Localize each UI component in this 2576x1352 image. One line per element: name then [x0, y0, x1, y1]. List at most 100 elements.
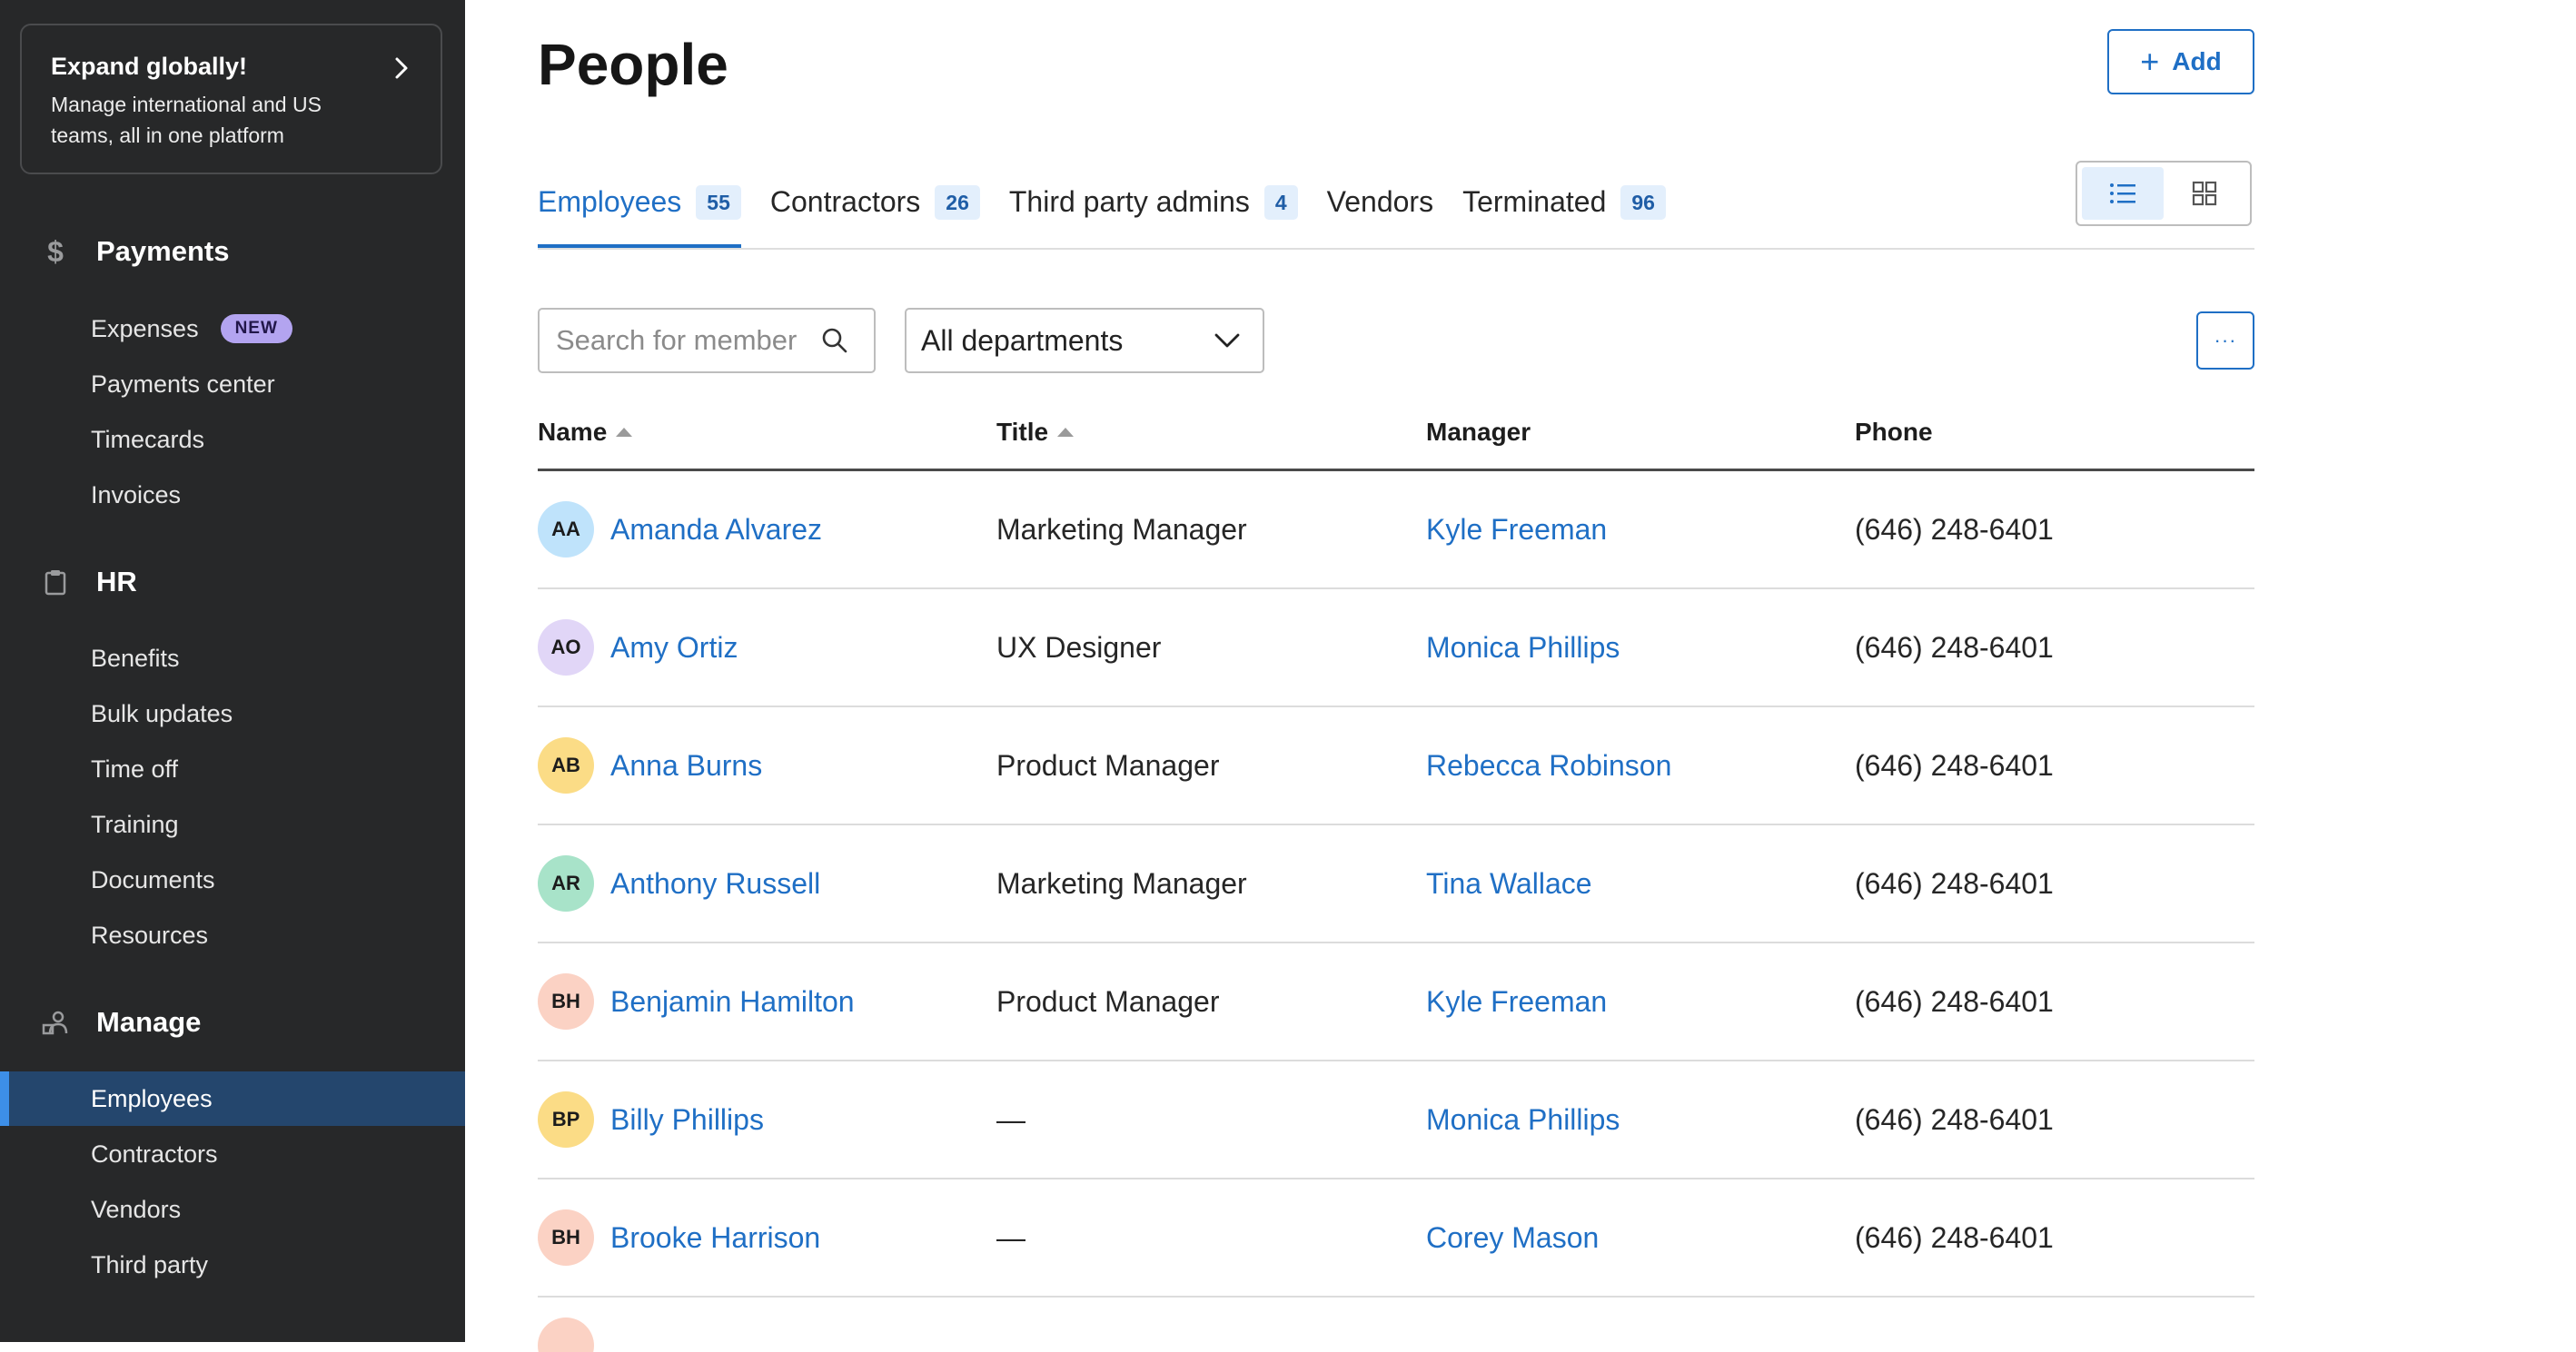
sidebar-item-label: Resources [91, 921, 209, 949]
sidebar-item-expenses[interactable]: Expenses NEW [0, 301, 465, 356]
column-header-manager[interactable]: Manager [1426, 418, 1531, 447]
sidebar-item-documents[interactable]: Documents [0, 853, 465, 907]
avatar: BP [538, 1091, 594, 1148]
sidebar-item-timecards[interactable]: Timecards [0, 412, 465, 467]
column-header-phone[interactable]: Phone [1855, 418, 1933, 447]
sidebar-item-label: Expenses [91, 314, 199, 342]
title-cell: — [996, 1102, 1025, 1136]
employee-name-link[interactable]: Amanda Alvarez [610, 513, 822, 547]
sidebar-item-label: Bulk updates [91, 699, 233, 727]
sidebar-item-training[interactable]: Training [0, 797, 465, 852]
sidebar-section-hr[interactable]: HR [42, 559, 137, 605]
column-header-name[interactable]: Name [538, 418, 633, 447]
table-row[interactable]: AO Amy Ortiz UX Designer Monica Phillips… [538, 589, 2254, 707]
manager-cell: Monica Phillips [1426, 1061, 1620, 1178]
title-cell: Marketing Manager [996, 866, 1247, 900]
tab-vendors[interactable]: Vendors [1327, 178, 1433, 249]
table-row[interactable]: BP Billy Phillips — Monica Phillips (646… [538, 1061, 2254, 1179]
employee-name-link[interactable]: Benjamin Hamilton [610, 985, 855, 1019]
tab-third-party-admins[interactable]: Third party admins 4 [1009, 178, 1298, 249]
manager-link[interactable]: Corey Mason [1426, 1221, 1599, 1255]
tab-contractors[interactable]: Contractors 26 [770, 178, 980, 249]
grid-view-icon [2192, 181, 2217, 206]
column-header-title[interactable]: Title [996, 418, 1075, 447]
sidebar-item-invoices[interactable]: Invoices [0, 468, 465, 522]
employee-name-link[interactable]: Amy Ortiz [610, 631, 738, 665]
sidebar-item-label: Employees [91, 1084, 213, 1112]
manager-link[interactable]: Rebecca Robinson [1426, 749, 1671, 783]
search-icon[interactable] [821, 327, 848, 354]
tab-terminated[interactable]: Terminated 96 [1462, 178, 1666, 249]
name-cell: BH Brooke Harrison [538, 1179, 820, 1296]
chevron-down-icon [1214, 333, 1240, 348]
title-cell: Marketing Manager [996, 512, 1247, 546]
sidebar-section-label: Manage [96, 1006, 202, 1038]
plus-icon: + [2140, 43, 2160, 80]
title-cell: UX Designer [996, 630, 1162, 664]
table-row[interactable] [538, 1298, 2254, 1352]
avatar: AR [538, 855, 594, 912]
sort-ascending-icon [616, 428, 633, 437]
sidebar-item-label: Benefits [91, 644, 180, 672]
manager-link[interactable]: Kyle Freeman [1426, 985, 1607, 1019]
table-row[interactable]: BH Benjamin Hamilton Product Manager Kyl… [538, 943, 2254, 1061]
phone-cell: (646) 248-6401 [1855, 512, 2054, 546]
promo-description: Manage international and US teams, all i… [51, 93, 322, 147]
sidebar-item-payments-center[interactable]: Payments center [0, 357, 465, 411]
manager-link[interactable]: Tina Wallace [1426, 867, 1592, 901]
name-cell [538, 1298, 610, 1352]
list-view-button[interactable] [2082, 167, 2164, 220]
new-badge: NEW [220, 314, 292, 343]
tab-count-badge: 96 [1620, 185, 1666, 220]
grid-view-button[interactable] [2164, 167, 2245, 220]
dollar-icon: $ [47, 234, 64, 268]
sidebar-section-label: Payments [96, 235, 230, 267]
avatar [538, 1317, 594, 1352]
sort-ascending-icon [1057, 428, 1075, 437]
manager-cell: Tina Wallace [1426, 825, 1592, 942]
avatar: AO [538, 619, 594, 676]
table-header: Name Title Manager Phone [538, 409, 2254, 471]
tab-employees[interactable]: Employees 55 [538, 178, 741, 249]
sidebar-item-resources[interactable]: Resources [0, 908, 465, 962]
employee-name-link[interactable]: Brooke Harrison [610, 1221, 820, 1255]
table-row[interactable]: AA Amanda Alvarez Marketing Manager Kyle… [538, 471, 2254, 589]
people-table: Name Title Manager Phone AA Amanda Alvar… [538, 409, 2254, 1352]
sidebar-item-employees[interactable]: Employees [0, 1071, 465, 1126]
tab-label: Employees [538, 185, 682, 218]
employee-name-link[interactable]: Billy Phillips [610, 1103, 764, 1137]
sidebar-item-contractors[interactable]: Contractors [0, 1127, 465, 1181]
search-input[interactable] [554, 323, 821, 358]
add-button[interactable]: + Add [2107, 29, 2254, 94]
sidebar-item-time-off[interactable]: Time off [0, 742, 465, 796]
table-row[interactable]: AR Anthony Russell Marketing Manager Tin… [538, 825, 2254, 943]
chevron-right-icon[interactable] [388, 54, 415, 82]
sidebar-item-label: Invoices [91, 480, 182, 508]
sidebar-section-payments[interactable]: $ Payments [42, 229, 229, 274]
department-select[interactable]: All departments [905, 308, 1264, 373]
expand-globally-promo[interactable]: Expand globally! Manage international an… [20, 24, 442, 174]
sidebar-item-bulk-updates[interactable]: Bulk updates [0, 686, 465, 741]
sidebar-item-vendors[interactable]: Vendors [0, 1182, 465, 1237]
avatar: BH [538, 1209, 594, 1266]
manager-link[interactable]: Monica Phillips [1426, 1103, 1620, 1137]
title-cell: Product Manager [996, 748, 1220, 782]
name-cell: AB Anna Burns [538, 707, 762, 824]
table-row[interactable]: BH Brooke Harrison — Corey Mason (646) 2… [538, 1179, 2254, 1298]
table-row[interactable]: AB Anna Burns Product Manager Rebecca Ro… [538, 707, 2254, 825]
sidebar-item-label: Vendors [91, 1195, 182, 1223]
name-cell: AA Amanda Alvarez [538, 471, 822, 587]
sidebar: Expand globally! Manage international an… [0, 0, 465, 1342]
manager-cell: Kyle Freeman [1426, 943, 1607, 1060]
manager-link[interactable]: Monica Phillips [1426, 631, 1620, 665]
sidebar-section-manage[interactable]: Manage [42, 1000, 201, 1045]
sidebar-item-third-party[interactable]: Third party [0, 1238, 465, 1292]
list-view-icon [2110, 183, 2135, 203]
employee-name-link[interactable]: Anna Burns [610, 749, 762, 783]
manager-link[interactable]: Kyle Freeman [1426, 513, 1607, 547]
more-options-button[interactable]: ··· [2196, 311, 2254, 370]
tab-label: Terminated [1462, 185, 1607, 218]
employee-name-link[interactable]: Anthony Russell [610, 867, 820, 901]
sidebar-item-benefits[interactable]: Benefits [0, 631, 465, 686]
column-header-label: Phone [1855, 418, 1933, 446]
